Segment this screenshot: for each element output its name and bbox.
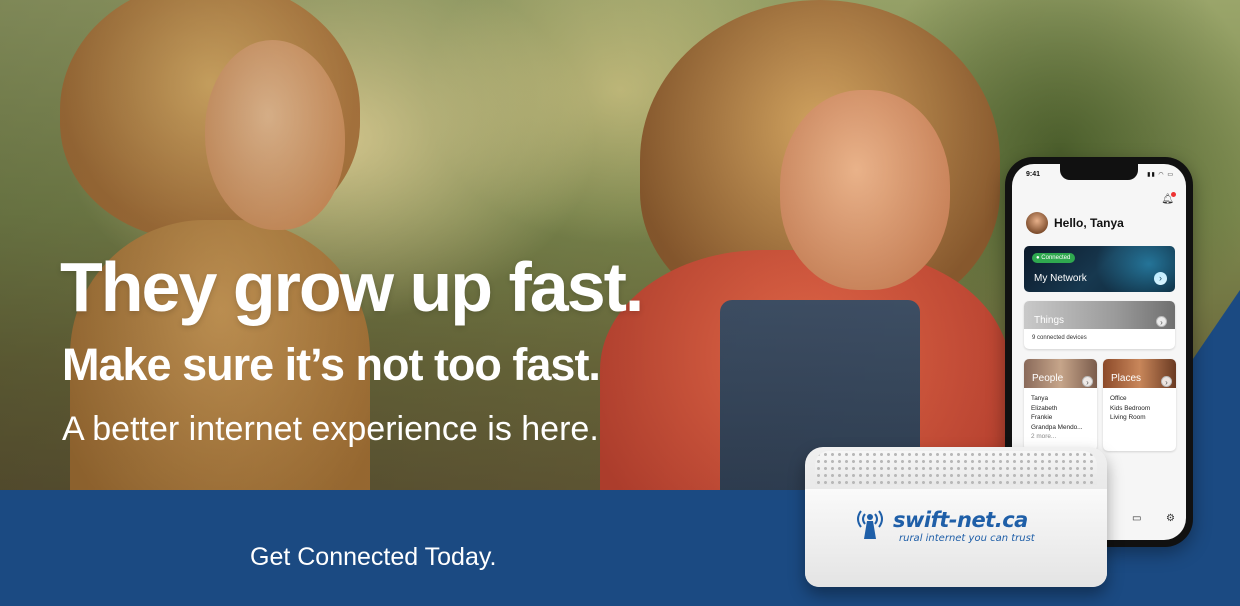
- things-label: Things: [1034, 315, 1065, 326]
- chevron-right-icon[interactable]: ›: [1154, 272, 1167, 285]
- subheadline: Make sure it’s not too fast.: [62, 339, 601, 390]
- headline: They grow up fast.: [60, 248, 644, 326]
- avatar: [1026, 212, 1048, 234]
- list-item: Tanya: [1031, 395, 1049, 402]
- chevron-right-icon[interactable]: ›: [1161, 376, 1172, 387]
- list-item: Frankie: [1031, 414, 1053, 421]
- places-label: Places: [1111, 373, 1142, 384]
- router-device: swift-net.ca rural internet you can trus…: [805, 447, 1107, 587]
- tagline: A better internet experience is here.: [62, 410, 599, 448]
- people-card[interactable]: People › Tanya Elizabeth Frankie Grandpa…: [1024, 359, 1097, 451]
- chevron-right-icon[interactable]: ›: [1156, 316, 1167, 327]
- brand-slogan: rural internet you can trust: [899, 533, 1035, 544]
- people-list: Tanya Elizabeth Frankie Grandpa Mendo...…: [1031, 394, 1083, 442]
- places-card[interactable]: Places › Office Kids Bedroom Living Room: [1103, 359, 1176, 451]
- router-icon[interactable]: ▭: [1132, 513, 1141, 524]
- connected-badge: ● Connected: [1032, 253, 1076, 263]
- places-list: Office Kids Bedroom Living Room: [1110, 394, 1150, 423]
- greeting: Hello, Tanya: [1054, 216, 1124, 230]
- list-item: Office: [1110, 395, 1127, 402]
- network-label: My Network: [1034, 273, 1087, 284]
- list-item: Kids Bedroom: [1110, 404, 1151, 412]
- chevron-right-icon[interactable]: ›: [1082, 376, 1093, 387]
- router-vent: [815, 451, 1097, 485]
- people-label: People: [1032, 373, 1064, 384]
- brand-name: swift-net.ca: [893, 508, 1028, 532]
- status-time: 9:41: [1026, 171, 1041, 178]
- phone-notch: [1060, 164, 1138, 180]
- list-item: Living Room: [1110, 414, 1146, 421]
- my-network-card[interactable]: ● Connected My Network ›: [1024, 246, 1175, 292]
- more-link[interactable]: 2 more...: [1031, 432, 1083, 442]
- things-card[interactable]: Things › 9 connected devices: [1024, 301, 1175, 349]
- list-item: Elizabeth: [1031, 404, 1058, 412]
- get-connected-link[interactable]: Get Connected Today.: [250, 543, 496, 572]
- things-subtitle: 9 connected devices: [1032, 335, 1087, 341]
- status-icons: ▮▮ ◠ ▭: [1147, 172, 1174, 178]
- list-item: Grandpa Mendo...: [1031, 423, 1083, 431]
- gear-icon[interactable]: ⚙: [1166, 513, 1175, 524]
- notification-dot: [1171, 192, 1176, 197]
- antenna-logo-icon: [857, 510, 883, 539]
